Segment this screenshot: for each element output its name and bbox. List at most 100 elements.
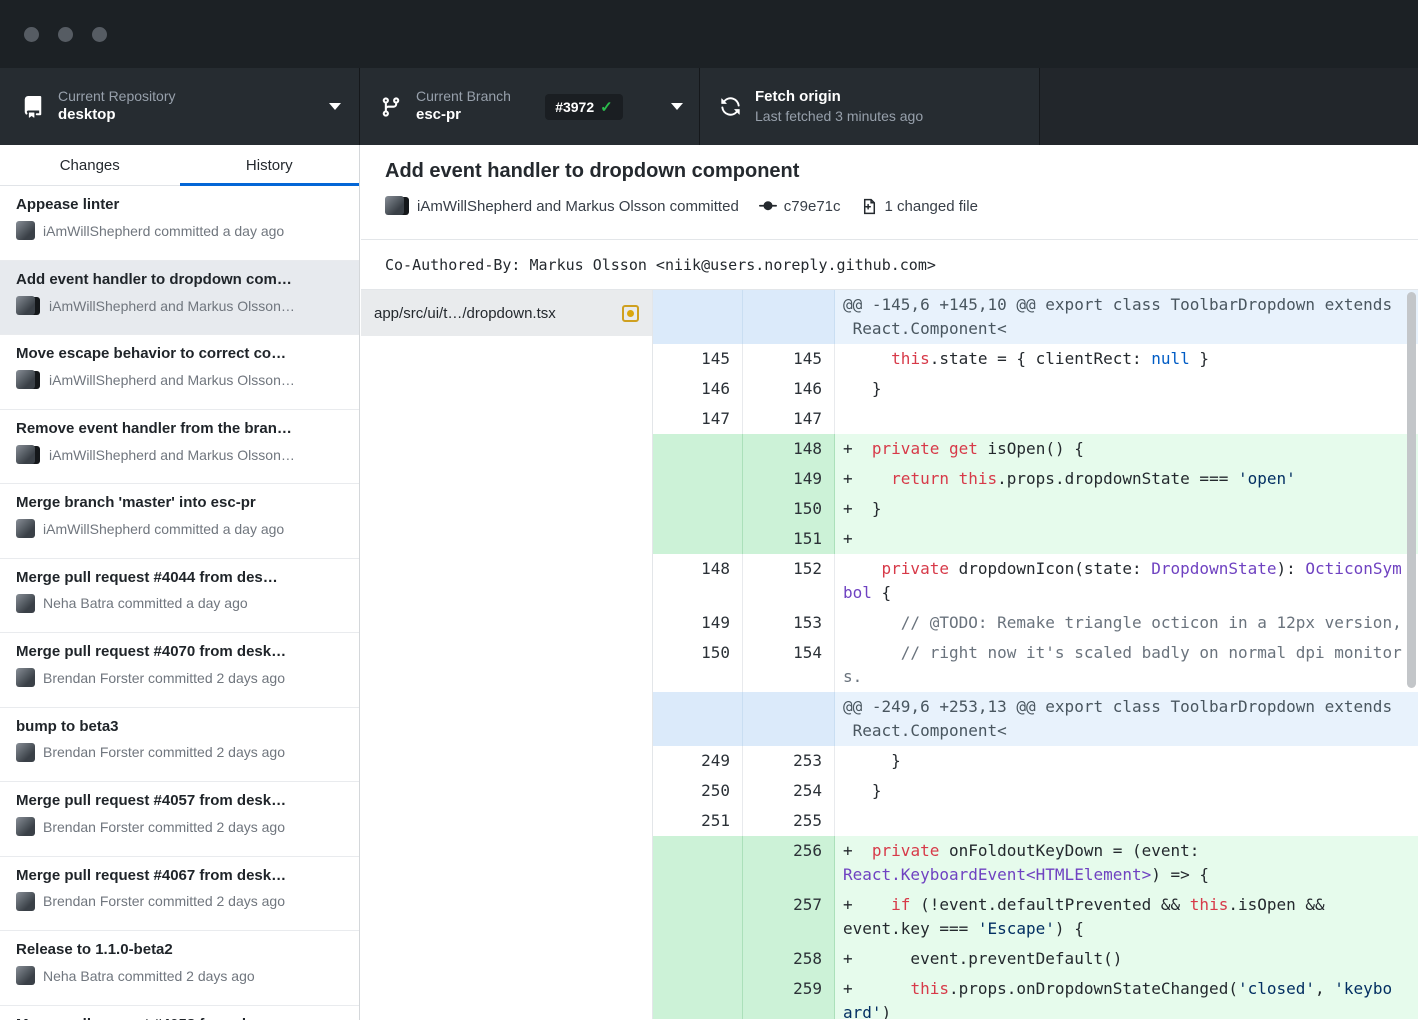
commit-item-title: Release to 1.1.0-beta2 (16, 941, 345, 958)
commit-item-meta-text: Brendan Forster committed 2 days ago (43, 893, 285, 909)
diff-code: } (835, 374, 1418, 404)
commit-item[interactable]: Merge pull request #4044 from des…Neha B… (0, 559, 359, 634)
current-branch-button[interactable]: Current Branch esc-pr #3972 ✓ (360, 68, 700, 145)
old-line-number (653, 692, 743, 746)
chevron-down-icon (329, 103, 341, 110)
fetch-subtitle: Last fetched 3 minutes ago (755, 109, 923, 124)
commit-item[interactable]: Merge branch 'master' into esc-priAmWill… (0, 484, 359, 559)
commit-item[interactable]: Merge pull request #4057 from desk… Brend… (0, 782, 359, 857)
repo-icon (22, 96, 44, 118)
new-line-number (743, 692, 835, 746)
old-line-number (653, 836, 743, 890)
diff-line: 150+ } (653, 494, 1418, 524)
diff-line: 151+ (653, 524, 1418, 554)
close-window-button[interactable] (24, 27, 39, 42)
commit-item-meta: Neha Batra committed a day ago (16, 594, 345, 613)
diff-code: + private onFoldoutKeyDown = (event:Reac… (835, 836, 1418, 890)
commit-item-title: Merge pull request #4057 from desk… (16, 792, 345, 809)
old-line-number (653, 494, 743, 524)
commit-item-meta-text: Brendan Forster committed 2 days ago (43, 744, 285, 760)
window-titlebar (0, 0, 1418, 68)
avatar (16, 221, 35, 240)
new-line-number: 151 (743, 524, 835, 554)
old-line-number (653, 944, 743, 974)
commit-item[interactable]: bump to beta3Brendan Forster committed 2… (0, 708, 359, 783)
commit-item-title: Merge pull request #4067 from desk… (16, 867, 345, 884)
avatar (16, 519, 35, 538)
commit-item[interactable]: Merge pull request #4067 from desk… Brend… (0, 857, 359, 932)
avatar (16, 892, 35, 911)
old-line-number (653, 434, 743, 464)
diff-code: + if (!event.defaultPrevented && this.is… (835, 890, 1418, 944)
tab-changes[interactable]: Changes (0, 145, 180, 185)
commit-item-meta: iAmWillShepherd committed a day ago (16, 519, 345, 538)
old-line-number: 146 (653, 374, 743, 404)
branch-name: esc-pr (416, 107, 511, 124)
commit-item-meta-text: Brendan Forster committed 2 days ago (43, 819, 285, 835)
commit-item[interactable]: Merge pull request #4070 from desk…Brend… (0, 633, 359, 708)
diff-code: @@ -249,6 +253,13 @@ export class Toolba… (835, 692, 1418, 746)
branch-label: Current Branch (416, 89, 511, 104)
changed-files-count: 1 changed file (885, 198, 978, 215)
traffic-lights (24, 27, 107, 42)
commit-title: Add event handler to dropdown component (385, 160, 1398, 183)
diff-code: + } (835, 494, 1418, 524)
diff-scrollbar[interactable] (1407, 292, 1416, 688)
diff-code: } (835, 776, 1418, 806)
new-line-number: 253 (743, 746, 835, 776)
maximize-window-button[interactable] (92, 27, 107, 42)
diff-code: + event.preventDefault() (835, 944, 1418, 974)
old-line-number: 250 (653, 776, 743, 806)
commit-item-meta-text: Neha Batra committed a day ago (43, 595, 248, 611)
commit-item-title: Appease linter (16, 196, 345, 213)
new-line-number: 148 (743, 434, 835, 464)
repository-label: Current Repository (58, 89, 176, 104)
old-line-number (653, 974, 743, 1019)
commit-item-meta: Neha Batra committed 2 days ago (16, 966, 345, 985)
minimize-window-button[interactable] (58, 27, 73, 42)
commit-item[interactable]: Move escape behavior to correct co…iAmWi… (0, 335, 359, 410)
commit-item[interactable]: Merge pull request #4058 from d… (0, 1006, 359, 1020)
pr-number: #3972 (555, 99, 594, 115)
commit-detail: Add event handler to dropdown component … (361, 145, 1418, 1020)
commit-item-meta-text: iAmWillShepherd committed a day ago (43, 223, 284, 239)
diff-line: 147147 (653, 404, 1418, 434)
diff-line: 146146 } (653, 374, 1418, 404)
commit-item-meta: Brendan Forster committed 2 days ago (16, 668, 345, 687)
new-line-number: 150 (743, 494, 835, 524)
diff-code: // @TODO: Remake triangle octicon in a 1… (835, 608, 1418, 638)
commit-item-meta-text: iAmWillShepherd and Markus Olsson… (49, 372, 295, 388)
commit-item-meta-text: Brendan Forster committed 2 days ago (43, 670, 285, 686)
fetch-title: Fetch origin (755, 89, 923, 106)
diff-line: 148+ private get isOpen() { (653, 434, 1418, 464)
commit-item[interactable]: Appease linter iAmWillShepherd committed … (0, 186, 359, 261)
changed-files-panel: app/src/ui/t…/dropdown.tsx (361, 290, 653, 1019)
changed-file-icon (861, 198, 878, 215)
repository-name: desktop (58, 107, 176, 124)
ci-check-icon: ✓ (600, 98, 613, 116)
commit-item-meta: Brendan Forster committed 2 days ago (16, 817, 345, 836)
pr-number-badge: #3972 ✓ (545, 94, 623, 120)
modified-status-icon (622, 305, 639, 322)
fetch-origin-button[interactable]: Fetch origin Last fetched 3 minutes ago (700, 68, 1040, 145)
new-line-number: 255 (743, 806, 835, 836)
diff-hunk-header: @@ -249,6 +253,13 @@ export class Toolba… (653, 692, 1418, 746)
commit-item[interactable]: Add event handler to dropdown com…iAmWil… (0, 261, 359, 336)
old-line-number (653, 464, 743, 494)
old-line-number: 149 (653, 608, 743, 638)
avatar (16, 966, 35, 985)
tab-history[interactable]: History (180, 145, 360, 185)
new-line-number: 152 (743, 554, 835, 608)
changed-file-row[interactable]: app/src/ui/t…/dropdown.tsx (361, 290, 652, 336)
diff-line: 149+ return this.props.dropdownState ===… (653, 464, 1418, 494)
commit-item-meta: Brendan Forster committed 2 days ago (16, 892, 345, 911)
old-line-number (653, 890, 743, 944)
current-repository-button[interactable]: Current Repository desktop (0, 68, 360, 145)
diff-code: } (835, 746, 1418, 776)
diff-line: 251255 (653, 806, 1418, 836)
diff-line: 256+ private onFoldoutKeyDown = (event:R… (653, 836, 1418, 890)
file-path: app/src/ui/t…/dropdown.tsx (374, 305, 614, 322)
commit-item[interactable]: Remove event handler from the bran…iAmWi… (0, 410, 359, 485)
commit-item[interactable]: Release to 1.1.0-beta2 Neha Batra committ… (0, 931, 359, 1006)
commit-item-meta: iAmWillShepherd and Markus Olsson… (16, 445, 345, 465)
